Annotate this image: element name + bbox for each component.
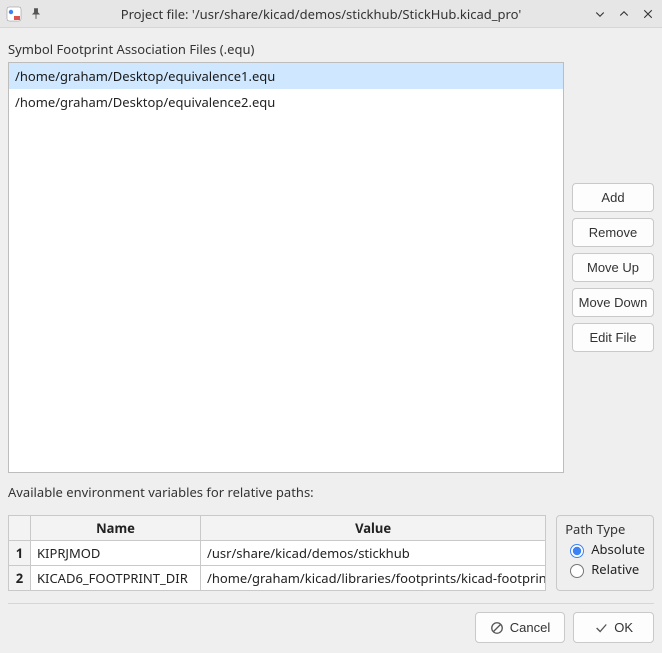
env-section-label: Available environment variables for rela… [8, 483, 654, 501]
close-button[interactable] [640, 6, 656, 22]
env-name-cell[interactable]: KICAD6_FOOTPRINT_DIR [31, 566, 201, 591]
header-value: Value [201, 516, 546, 541]
row-number: 1 [9, 541, 31, 566]
files-section-label: Symbol Footprint Association Files (.equ… [8, 40, 654, 58]
header-corner [9, 516, 31, 541]
path-type-group: Path Type Absolute Relative [556, 515, 654, 591]
list-item[interactable]: /home/graham/Desktop/equivalence2.equ [9, 89, 563, 115]
path-type-absolute[interactable]: Absolute [565, 540, 645, 558]
separator [8, 603, 654, 604]
window-controls [592, 6, 656, 22]
minimize-button[interactable] [592, 6, 608, 22]
ok-button[interactable]: OK [573, 612, 654, 643]
env-value-cell[interactable]: /usr/share/kicad/demos/stickhub [201, 541, 546, 566]
titlebar: Project file: '/usr/share/kicad/demos/st… [0, 0, 662, 28]
header-name: Name [31, 516, 201, 541]
move-up-button[interactable]: Move Up [572, 253, 654, 282]
absolute-label: Absolute [591, 540, 645, 558]
dialog-content: Symbol Footprint Association Files (.equ… [0, 28, 662, 653]
file-action-buttons: Add Remove Move Up Move Down Edit File [572, 62, 654, 473]
relative-radio[interactable] [570, 564, 584, 578]
check-icon [594, 621, 608, 635]
row-number: 2 [9, 566, 31, 591]
table-row[interactable]: 2 KICAD6_FOOTPRINT_DIR /home/graham/kica… [9, 566, 546, 591]
window-title: Project file: '/usr/share/kicad/demos/st… [50, 5, 592, 23]
table-row[interactable]: 1 KIPRJMOD /usr/share/kicad/demos/stickh… [9, 541, 546, 566]
dialog-buttons: Cancel OK [8, 612, 654, 653]
equ-files-list[interactable]: /home/graham/Desktop/equivalence1.equ /h… [8, 62, 564, 473]
list-item[interactable]: /home/graham/Desktop/equivalence1.equ [9, 63, 563, 89]
path-type-legend: Path Type [565, 520, 645, 538]
add-button[interactable]: Add [572, 183, 654, 212]
cancel-label: Cancel [510, 620, 550, 635]
cancel-button[interactable]: Cancel [475, 612, 565, 643]
env-name-cell[interactable]: KIPRJMOD [31, 541, 201, 566]
app-icon [6, 6, 22, 22]
absolute-radio[interactable] [570, 544, 584, 558]
relative-label: Relative [591, 560, 639, 578]
maximize-button[interactable] [616, 6, 632, 22]
env-value-cell[interactable]: /home/graham/kicad/libraries/footprints/… [201, 566, 546, 591]
path-type-relative[interactable]: Relative [565, 560, 645, 578]
edit-file-button[interactable]: Edit File [572, 323, 654, 352]
env-row: Name Value 1 KIPRJMOD /usr/share/kicad/d… [8, 515, 654, 591]
cancel-icon [490, 621, 504, 635]
pin-icon[interactable] [28, 6, 44, 22]
ok-label: OK [614, 620, 633, 635]
remove-button[interactable]: Remove [572, 218, 654, 247]
env-table-wrap: Name Value 1 KIPRJMOD /usr/share/kicad/d… [8, 515, 546, 591]
move-down-button[interactable]: Move Down [572, 288, 654, 317]
env-variables-table: Name Value 1 KIPRJMOD /usr/share/kicad/d… [8, 515, 546, 591]
files-row: /home/graham/Desktop/equivalence1.equ /h… [8, 62, 654, 473]
table-header-row: Name Value [9, 516, 546, 541]
